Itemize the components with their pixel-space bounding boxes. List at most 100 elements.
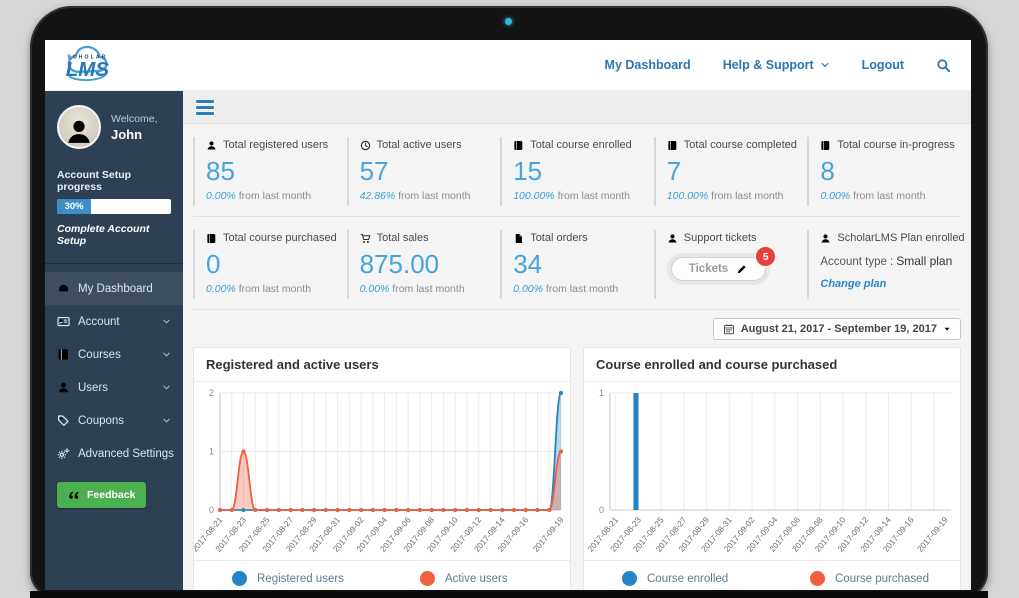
legend-registered-users[interactable]: Registered users bbox=[194, 571, 382, 586]
pencil-icon bbox=[736, 263, 748, 275]
chevron-down-icon bbox=[162, 416, 171, 425]
sidebar: Welcome, John Account Setup progress 30%… bbox=[45, 91, 183, 590]
legend-dot bbox=[810, 571, 825, 586]
sidebar-item-my-dashboard[interactable]: My Dashboard bbox=[45, 272, 183, 305]
person-icon bbox=[64, 117, 94, 147]
sidebar-item-users[interactable]: Users bbox=[45, 371, 183, 404]
device-base bbox=[30, 591, 988, 598]
stats-section: Total registered users 85 0.00% from las… bbox=[183, 124, 971, 310]
svg-text:1: 1 bbox=[599, 388, 604, 398]
book-icon bbox=[206, 233, 217, 244]
search-icon bbox=[936, 58, 951, 73]
dashboard-icon bbox=[57, 282, 70, 295]
sidebar-item-account[interactable]: Account bbox=[45, 305, 183, 338]
book-icon bbox=[667, 140, 678, 151]
svg-text:2: 2 bbox=[209, 388, 214, 398]
legend-dot bbox=[622, 571, 637, 586]
stat-value: 8 bbox=[820, 156, 953, 187]
svg-text:2017-09-19: 2017-09-19 bbox=[915, 515, 950, 554]
stat-value: 34 bbox=[513, 249, 646, 280]
sidebar-item-courses[interactable]: Courses bbox=[45, 338, 183, 371]
stat-total-orders: Total orders 34 0.00% from last month bbox=[500, 230, 654, 299]
nav-my-dashboard[interactable]: My Dashboard bbox=[605, 58, 691, 72]
scholar-lms-logo[interactable]: SCHOLAR LMS bbox=[61, 43, 149, 87]
app-window: SCHOLAR LMS My Dashboard Help & Support … bbox=[45, 40, 971, 590]
chart-title: Registered and active users bbox=[194, 348, 570, 382]
stat-plan-enrolled: ScholarLMS Plan enrolled Account type :S… bbox=[807, 230, 961, 299]
cart-icon bbox=[360, 233, 371, 244]
legend-course-purchased[interactable]: Course purchased bbox=[772, 571, 960, 586]
svg-text:1: 1 bbox=[209, 447, 214, 457]
stats-row-1: Total registered users 85 0.00% from las… bbox=[193, 124, 961, 217]
legend-dot bbox=[420, 571, 435, 586]
topbar: SCHOLAR LMS My Dashboard Help & Support … bbox=[45, 40, 971, 91]
nav-help-support[interactable]: Help & Support bbox=[723, 58, 830, 72]
change-plan-link[interactable]: Change plan bbox=[820, 278, 886, 290]
chevron-down-icon bbox=[162, 350, 171, 359]
legend-active-users[interactable]: Active users bbox=[382, 571, 570, 586]
account-type-row: Account type :Small plan bbox=[820, 254, 953, 268]
content-toolbar bbox=[183, 91, 971, 124]
stats-row-2: Total course purchased 0 0.00% from last… bbox=[193, 217, 961, 310]
stat-value: 7 bbox=[667, 156, 800, 187]
courses-chart-card: Course enrolled and course purchased 0 1 2… bbox=[583, 347, 961, 590]
caret-down-icon bbox=[943, 325, 951, 333]
chart-legend: Course enrolled Course purchased bbox=[584, 560, 960, 590]
welcome-label: Welcome, bbox=[111, 112, 158, 128]
clock-icon bbox=[360, 140, 371, 151]
progress-bar: 30% bbox=[57, 199, 171, 214]
sidebar-item-coupons[interactable]: Coupons bbox=[45, 404, 183, 437]
stat-total-course-purchased: Total course purchased 0 0.00% from last… bbox=[193, 230, 347, 299]
legend-dot bbox=[232, 571, 247, 586]
registered-active-users-chart: 0122017-08-212017-08-232017-08-252017-08… bbox=[194, 384, 570, 558]
chart-title: Course enrolled and course purchased bbox=[584, 348, 960, 382]
stat-total-course-enrolled: Total course enrolled 15 100.00% from la… bbox=[500, 137, 654, 206]
feedback-button[interactable]: Feedback bbox=[57, 482, 146, 508]
course-enrolled-purchased-chart: 012017-08-212017-08-232017-08-252017-08-… bbox=[584, 384, 960, 558]
progress-label: Account Setup progress bbox=[57, 169, 171, 193]
user-icon bbox=[206, 140, 217, 151]
stat-total-registered-users: Total registered users 85 0.00% from las… bbox=[193, 137, 347, 206]
avatar bbox=[57, 105, 101, 149]
stat-total-course-in-progress: Total course in-progress 8 0.00% from la… bbox=[807, 137, 961, 206]
svg-text:2017-09-19: 2017-09-19 bbox=[531, 515, 566, 554]
chevron-down-icon bbox=[162, 383, 171, 392]
profile-block: Welcome, John bbox=[45, 91, 183, 159]
calendar-icon bbox=[723, 323, 735, 335]
legend-course-enrolled[interactable]: Course enrolled bbox=[584, 571, 772, 586]
svg-text:0: 0 bbox=[599, 505, 604, 515]
sidebar-item-advanced-settings[interactable]: Advanced Settings bbox=[45, 437, 183, 470]
date-filter-row: August 21, 2017 - September 19, 2017 bbox=[183, 310, 971, 345]
stat-total-course-completed: Total course completed 7 100.00% from la… bbox=[654, 137, 808, 206]
stat-value: 0 bbox=[206, 249, 339, 280]
hamburger-menu-icon[interactable] bbox=[196, 100, 214, 115]
nav-logout[interactable]: Logout bbox=[862, 58, 904, 72]
file-icon bbox=[513, 233, 524, 244]
charts-section: Registered and active users 0122017-08-2… bbox=[183, 345, 971, 590]
complete-setup-link[interactable]: Complete Account Setup bbox=[57, 223, 171, 247]
gears-icon bbox=[57, 447, 70, 460]
stat-total-active-users: Total active users 57 42.86% from last m… bbox=[347, 137, 501, 206]
search-button[interactable] bbox=[936, 58, 951, 73]
stat-value: 15 bbox=[513, 156, 646, 187]
stat-value: 57 bbox=[360, 156, 493, 187]
svg-text:0: 0 bbox=[209, 505, 214, 515]
quote-icon bbox=[68, 489, 80, 501]
chevron-down-icon bbox=[162, 317, 171, 326]
device-camera bbox=[505, 18, 512, 25]
stat-support-tickets: Support tickets Tickets 5 bbox=[654, 230, 808, 299]
sidebar-menu: My Dashboard Account Courses Users bbox=[45, 264, 183, 470]
id-card-icon bbox=[57, 315, 70, 328]
top-navigation: My Dashboard Help & Support Logout bbox=[605, 58, 951, 73]
book-icon bbox=[820, 140, 831, 151]
progress-fill: 30% bbox=[57, 199, 91, 214]
chart-legend: Registered users Active users bbox=[194, 560, 570, 590]
date-range-picker[interactable]: August 21, 2017 - September 19, 2017 bbox=[713, 318, 961, 340]
stat-value: 85 bbox=[206, 156, 339, 187]
user-name: John bbox=[111, 127, 158, 142]
chevron-down-icon bbox=[820, 60, 830, 70]
user-icon bbox=[57, 381, 70, 394]
tickets-count-badge: 5 bbox=[754, 245, 777, 268]
user-icon bbox=[820, 233, 831, 244]
tickets-button[interactable]: Tickets bbox=[671, 257, 766, 281]
